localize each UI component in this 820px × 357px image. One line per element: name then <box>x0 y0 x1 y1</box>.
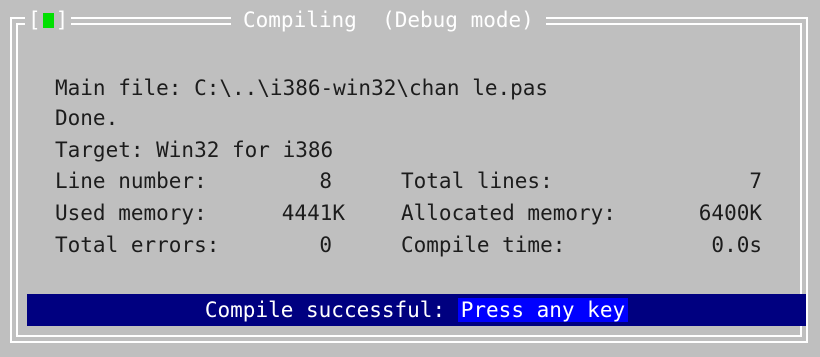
close-left-bracket: [ <box>28 8 41 32</box>
total-lines-value: 7 <box>749 169 762 193</box>
dialog-title: Compiling (Debug mode) <box>231 7 546 33</box>
status-message: Compile successful: <box>204 298 458 322</box>
close-button[interactable]: [] <box>25 7 72 33</box>
main-file-line: Main file: C:\..\i386-win32\chan le.pas <box>55 76 549 100</box>
used-memory-value: 4441K <box>281 201 345 225</box>
close-right-bracket: ] <box>55 8 69 32</box>
compile-time-value: 0.0s <box>711 233 762 257</box>
allocated-memory-value: 6400K <box>698 201 762 225</box>
close-box-icon <box>42 13 54 28</box>
used-memory-label: Used memory: <box>55 201 207 225</box>
status-bar: Compile successful: Press any key <box>27 294 806 326</box>
allocated-memory-label: Allocated memory: <box>401 201 616 225</box>
target-line: Target: Win32 for i386 <box>55 138 334 162</box>
compiling-dialog: [] Compiling (Debug mode) Main file: C:\… <box>0 0 820 357</box>
total-lines-label: Total lines: <box>401 169 553 193</box>
press-any-key-prompt[interactable]: Press any key <box>457 298 629 322</box>
total-errors-label: Total errors: <box>55 233 220 257</box>
status-line: Done. <box>55 106 119 130</box>
compile-time-label: Compile time: <box>401 233 566 257</box>
total-errors-value: 0 <box>319 233 332 257</box>
line-number-label: Line number: <box>55 169 207 193</box>
line-number-value: 8 <box>319 169 332 193</box>
